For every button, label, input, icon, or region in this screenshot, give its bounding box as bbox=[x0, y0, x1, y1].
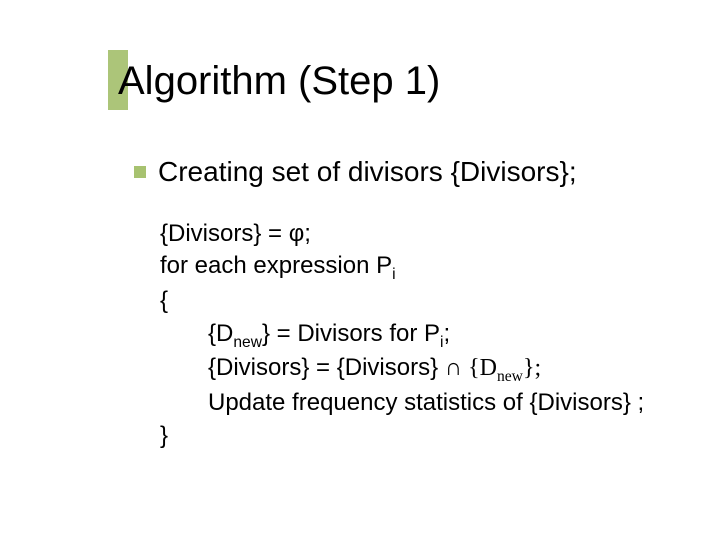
pseudocode-block: {Divisors} = φ; for each expression Pi {… bbox=[160, 218, 644, 452]
subscript: new bbox=[233, 333, 262, 350]
bullet-item: Creating set of divisors {Divisors}; bbox=[134, 155, 577, 189]
text: ∩ {D bbox=[445, 355, 497, 381]
code-line: for each expression Pi bbox=[160, 250, 644, 285]
text: }; bbox=[523, 355, 541, 381]
slide-title: Algorithm (Step 1) bbox=[118, 58, 440, 104]
code-line: Update frequency statistics of {Divisors… bbox=[160, 387, 644, 419]
subscript: i bbox=[392, 266, 395, 283]
text: {Divisors} = bbox=[160, 220, 289, 247]
text: for each expression P bbox=[160, 252, 392, 279]
code-line: {Dnew} = Divisors for Pi; bbox=[160, 318, 644, 353]
subscript: new bbox=[497, 368, 523, 385]
text: ; bbox=[444, 320, 451, 347]
square-bullet-icon bbox=[134, 166, 146, 178]
code-line: } bbox=[160, 420, 644, 452]
code-line: {Divisors} = {Divisors} ∩ {Dnew}; bbox=[160, 352, 644, 387]
text: {Divisors} = {Divisors} bbox=[208, 354, 445, 381]
bullet-text: Creating set of divisors {Divisors}; bbox=[158, 155, 577, 189]
phi-symbol: φ bbox=[289, 220, 305, 247]
text: ; bbox=[304, 220, 311, 247]
code-line: { bbox=[160, 285, 644, 317]
slide: Algorithm (Step 1) Creating set of divis… bbox=[0, 0, 720, 540]
text: } = Divisors for P bbox=[262, 320, 440, 347]
code-line: {Divisors} = φ; bbox=[160, 218, 644, 250]
text: {D bbox=[208, 320, 233, 347]
